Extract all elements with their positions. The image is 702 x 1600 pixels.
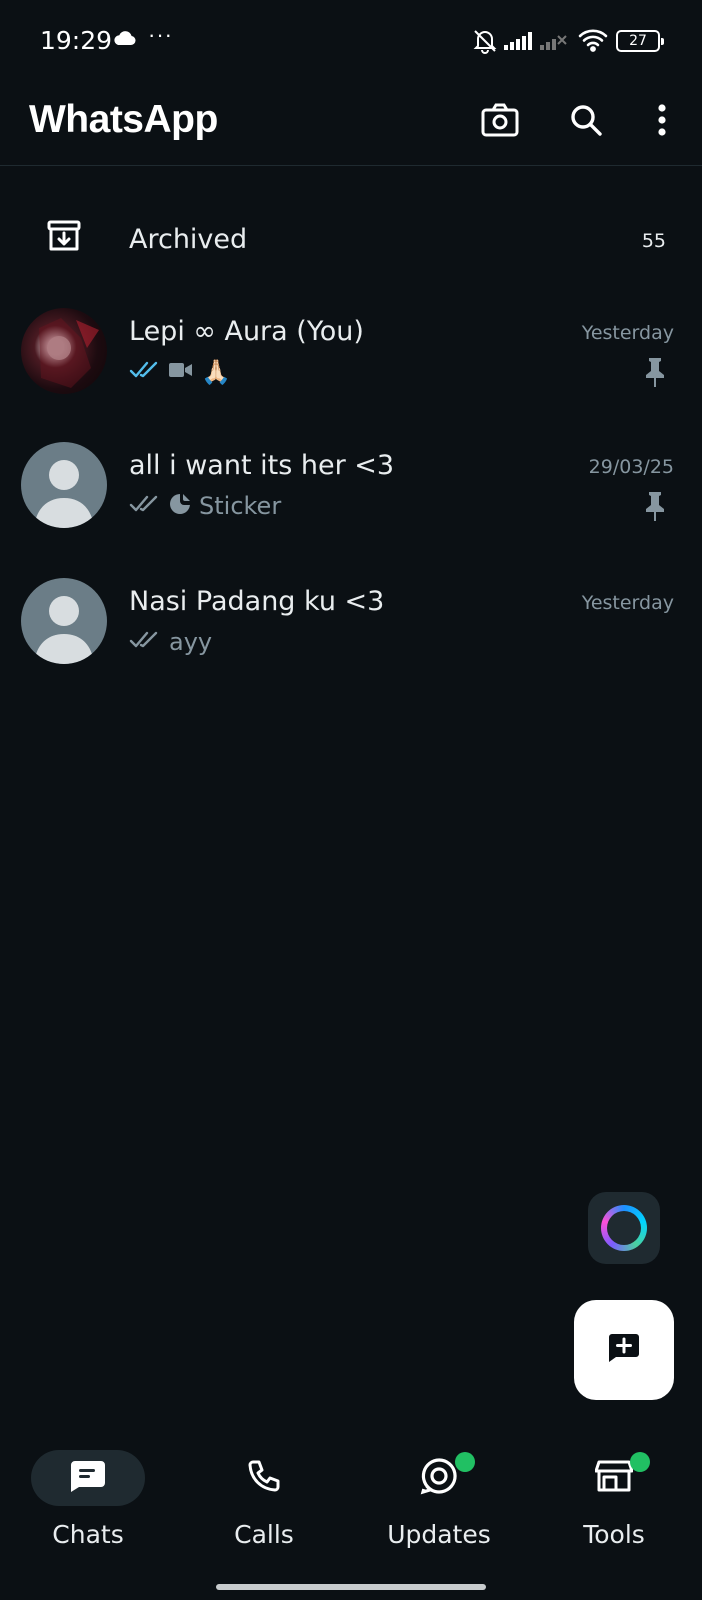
pin-icon: [644, 356, 666, 393]
nav-label: Updates: [387, 1520, 491, 1549]
tools-badge: [630, 1452, 650, 1472]
app-title: WhatsApp: [29, 98, 218, 141]
chat-row[interactable]: Nasi Padang ku <3 Yesterday ayy: [0, 566, 702, 700]
preview-text: Sticker: [199, 492, 282, 520]
status-time: 19:29: [40, 26, 113, 55]
archived-row[interactable]: Archived 55: [0, 196, 702, 284]
chats-icon: [69, 1460, 107, 1497]
avatar[interactable]: [21, 578, 107, 664]
status-bar: 19:29 ··· 27: [0, 0, 702, 84]
delivered-ticks-icon: [129, 630, 161, 655]
sticker-icon: [169, 493, 191, 520]
cloud-icon: [112, 30, 136, 51]
chat-name: all i want its her <3: [129, 450, 395, 481]
signal-icon: [504, 32, 534, 55]
store-icon: [594, 1459, 634, 1498]
chat-preview: Sticker: [129, 490, 281, 522]
delivered-ticks-icon: [129, 494, 161, 519]
new-chat-icon: [607, 1333, 641, 1368]
chat-time: Yesterday: [581, 592, 674, 614]
chat-name: Lepi ∞ Aura (You): [129, 316, 364, 347]
avatar[interactable]: [21, 442, 107, 528]
battery-level: 27: [629, 33, 647, 49]
search-icon[interactable]: [564, 98, 608, 142]
nav-label: Tools: [583, 1520, 645, 1549]
battery-icon: 27: [616, 30, 664, 52]
chat-name: Nasi Padang ku <3: [129, 586, 385, 617]
chat-preview: ayy: [129, 626, 212, 658]
app-header: WhatsApp: [0, 84, 702, 166]
more-notifications-icon: ···: [148, 22, 173, 47]
archived-count: 55: [641, 230, 666, 252]
preview-text: ayy: [169, 628, 213, 656]
new-chat-button[interactable]: [574, 1300, 674, 1400]
nav-calls[interactable]: Calls: [176, 1440, 352, 1560]
chat-row[interactable]: Lepi ∞ Aura (You) Yesterday 🙏🏻: [0, 296, 702, 430]
read-ticks-icon: [129, 360, 161, 385]
bottom-navigation: Chats Calls Updates Tools: [0, 1440, 702, 1560]
signal-no-service-icon: [540, 32, 570, 55]
wifi-icon: [578, 28, 608, 57]
nav-label: Calls: [234, 1520, 294, 1549]
chat-time: Yesterday: [581, 322, 674, 344]
chat-preview: 🙏🏻: [129, 356, 231, 388]
preview-text: 🙏🏻: [201, 358, 231, 386]
camera-icon[interactable]: [478, 98, 522, 142]
meta-ai-button[interactable]: [588, 1192, 660, 1264]
nav-label: Chats: [52, 1520, 124, 1549]
nav-tools[interactable]: Tools: [526, 1440, 702, 1560]
nav-chats[interactable]: Chats: [0, 1440, 176, 1560]
archive-icon: [46, 218, 82, 259]
meta-ai-icon: [601, 1205, 647, 1251]
pin-icon: [644, 490, 666, 527]
chat-row[interactable]: all i want its her <3 29/03/25 Sticker: [0, 430, 702, 564]
archived-label: Archived: [129, 224, 248, 255]
home-indicator[interactable]: [216, 1584, 486, 1590]
updates-icon: [420, 1457, 458, 1500]
phone-icon: [247, 1459, 281, 1498]
bell-muted-icon: [472, 28, 498, 59]
video-icon: [169, 361, 193, 384]
updates-badge: [455, 1452, 475, 1472]
more-vert-icon[interactable]: [640, 98, 684, 142]
chat-time: 29/03/25: [588, 456, 674, 478]
avatar[interactable]: [21, 308, 107, 394]
nav-updates[interactable]: Updates: [351, 1440, 527, 1560]
